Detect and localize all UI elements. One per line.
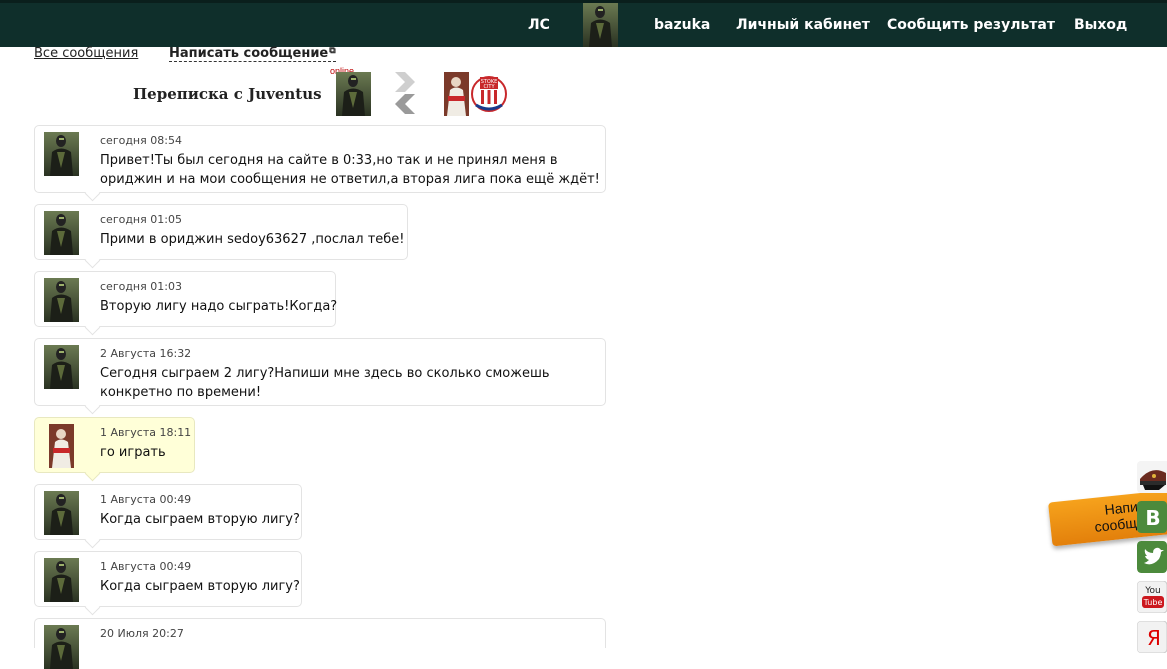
message-author-avatar[interactable] [44,132,79,176]
message-item: 1 Августа 00:49 Когда сыграем вторую лиг… [34,484,302,549]
message-author-avatar[interactable] [44,211,79,255]
external-link-icon: ⧉ [329,46,336,56]
exchange-arrows-icon [395,72,415,114]
svg-text:CITY: CITY [483,84,495,90]
message-date: 1 Августа 00:49 [100,560,192,573]
message-text: Когда сыграем вторую лигу? [100,512,300,527]
officer-cap-icon[interactable] [1137,461,1167,493]
message-date: сегодня 08:54 [100,134,182,147]
message-author-avatar[interactable] [44,625,79,669]
write-message-link[interactable]: Написать сообщение⧉ [169,46,336,62]
message-author-avatar[interactable] [44,278,79,322]
message-item: сегодня 01:05 Прими в ориджин sedoy63627… [34,204,408,269]
message-item: 2 Августа 16:32 Сегодня сыграем 2 лигу?Н… [34,338,606,415]
message-date: 20 Июля 20:27 [100,627,184,640]
message-author-avatar[interactable] [44,558,79,602]
message-text: Сегодня сыграем 2 лигу?Напиши мне здесь … [100,366,550,400]
message-text: Когда сыграем вторую лигу? [100,579,300,594]
message-date: 1 Августа 18:11 [100,426,192,439]
nav-report-result-link[interactable]: Сообщить результат [887,3,1055,47]
message-author-avatar[interactable] [44,491,79,535]
message-item: 20 Июля 20:27 [34,618,606,669]
message-text: Прими в ориджин sedoy63627 ,послал тебе! [100,232,405,247]
message-text: Вторую лигу надо сыграть!Когда? [100,299,338,314]
partner-avatar[interactable] [336,71,371,117]
message-tail [84,185,101,202]
message-date: сегодня 01:03 [100,280,182,293]
yandex-icon[interactable]: Я [1137,621,1167,653]
message-author-avatar[interactable] [49,424,74,468]
user-avatar[interactable] [583,3,618,47]
message-tail [84,532,101,549]
message-item-own: 1 Августа 18:11 го играть [34,417,195,482]
svg-text:Tube: Tube [1143,598,1163,607]
top-navigation-bar: ЛС bazuka Личный кабинет Сообщить резуль… [0,0,1167,47]
youtube-icon[interactable]: You Tube [1137,581,1167,613]
message-tail [84,252,101,269]
message-text: го играть [100,445,166,460]
twitter-icon[interactable] [1137,541,1167,573]
nav-logout-link[interactable]: Выход [1074,3,1127,47]
message-item: сегодня 08:54 Привет!Ты был сегодня на с… [34,125,606,202]
message-author-avatar[interactable] [44,345,79,389]
message-date: 1 Августа 00:49 [100,493,192,506]
write-message-label: Написать сообщение [169,46,329,61]
message-text: Привет!Ты был сегодня на сайте в 0:33,но… [100,153,600,187]
all-messages-link[interactable]: Все сообщения [34,46,138,61]
message-item: 1 Августа 00:49 Когда сыграем вторую лиг… [34,551,302,616]
conversation-title: Переписка с Juventus [133,85,322,103]
message-item: сегодня 01:03 Вторую лигу надо сыграть!К… [34,271,338,336]
svg-text:You: You [1144,586,1161,596]
stoke-city-logo: STOKE CITY [471,76,507,112]
my-avatar[interactable] [444,71,469,117]
message-tail [84,599,101,616]
message-tail [84,465,101,482]
yandex-icon-label: Я [1147,626,1161,650]
nav-cabinet-link[interactable]: Личный кабинет [736,3,870,47]
message-tail [84,319,101,336]
nav-username-link[interactable]: bazuka [654,3,710,47]
nav-messages-link[interactable]: ЛС [528,3,550,47]
vk-icon[interactable]: В [1137,501,1167,533]
vk-icon-label: В [1145,506,1160,530]
message-date: сегодня 01:05 [100,213,182,226]
message-date: 2 Августа 16:32 [100,347,192,360]
message-tail [84,398,101,415]
